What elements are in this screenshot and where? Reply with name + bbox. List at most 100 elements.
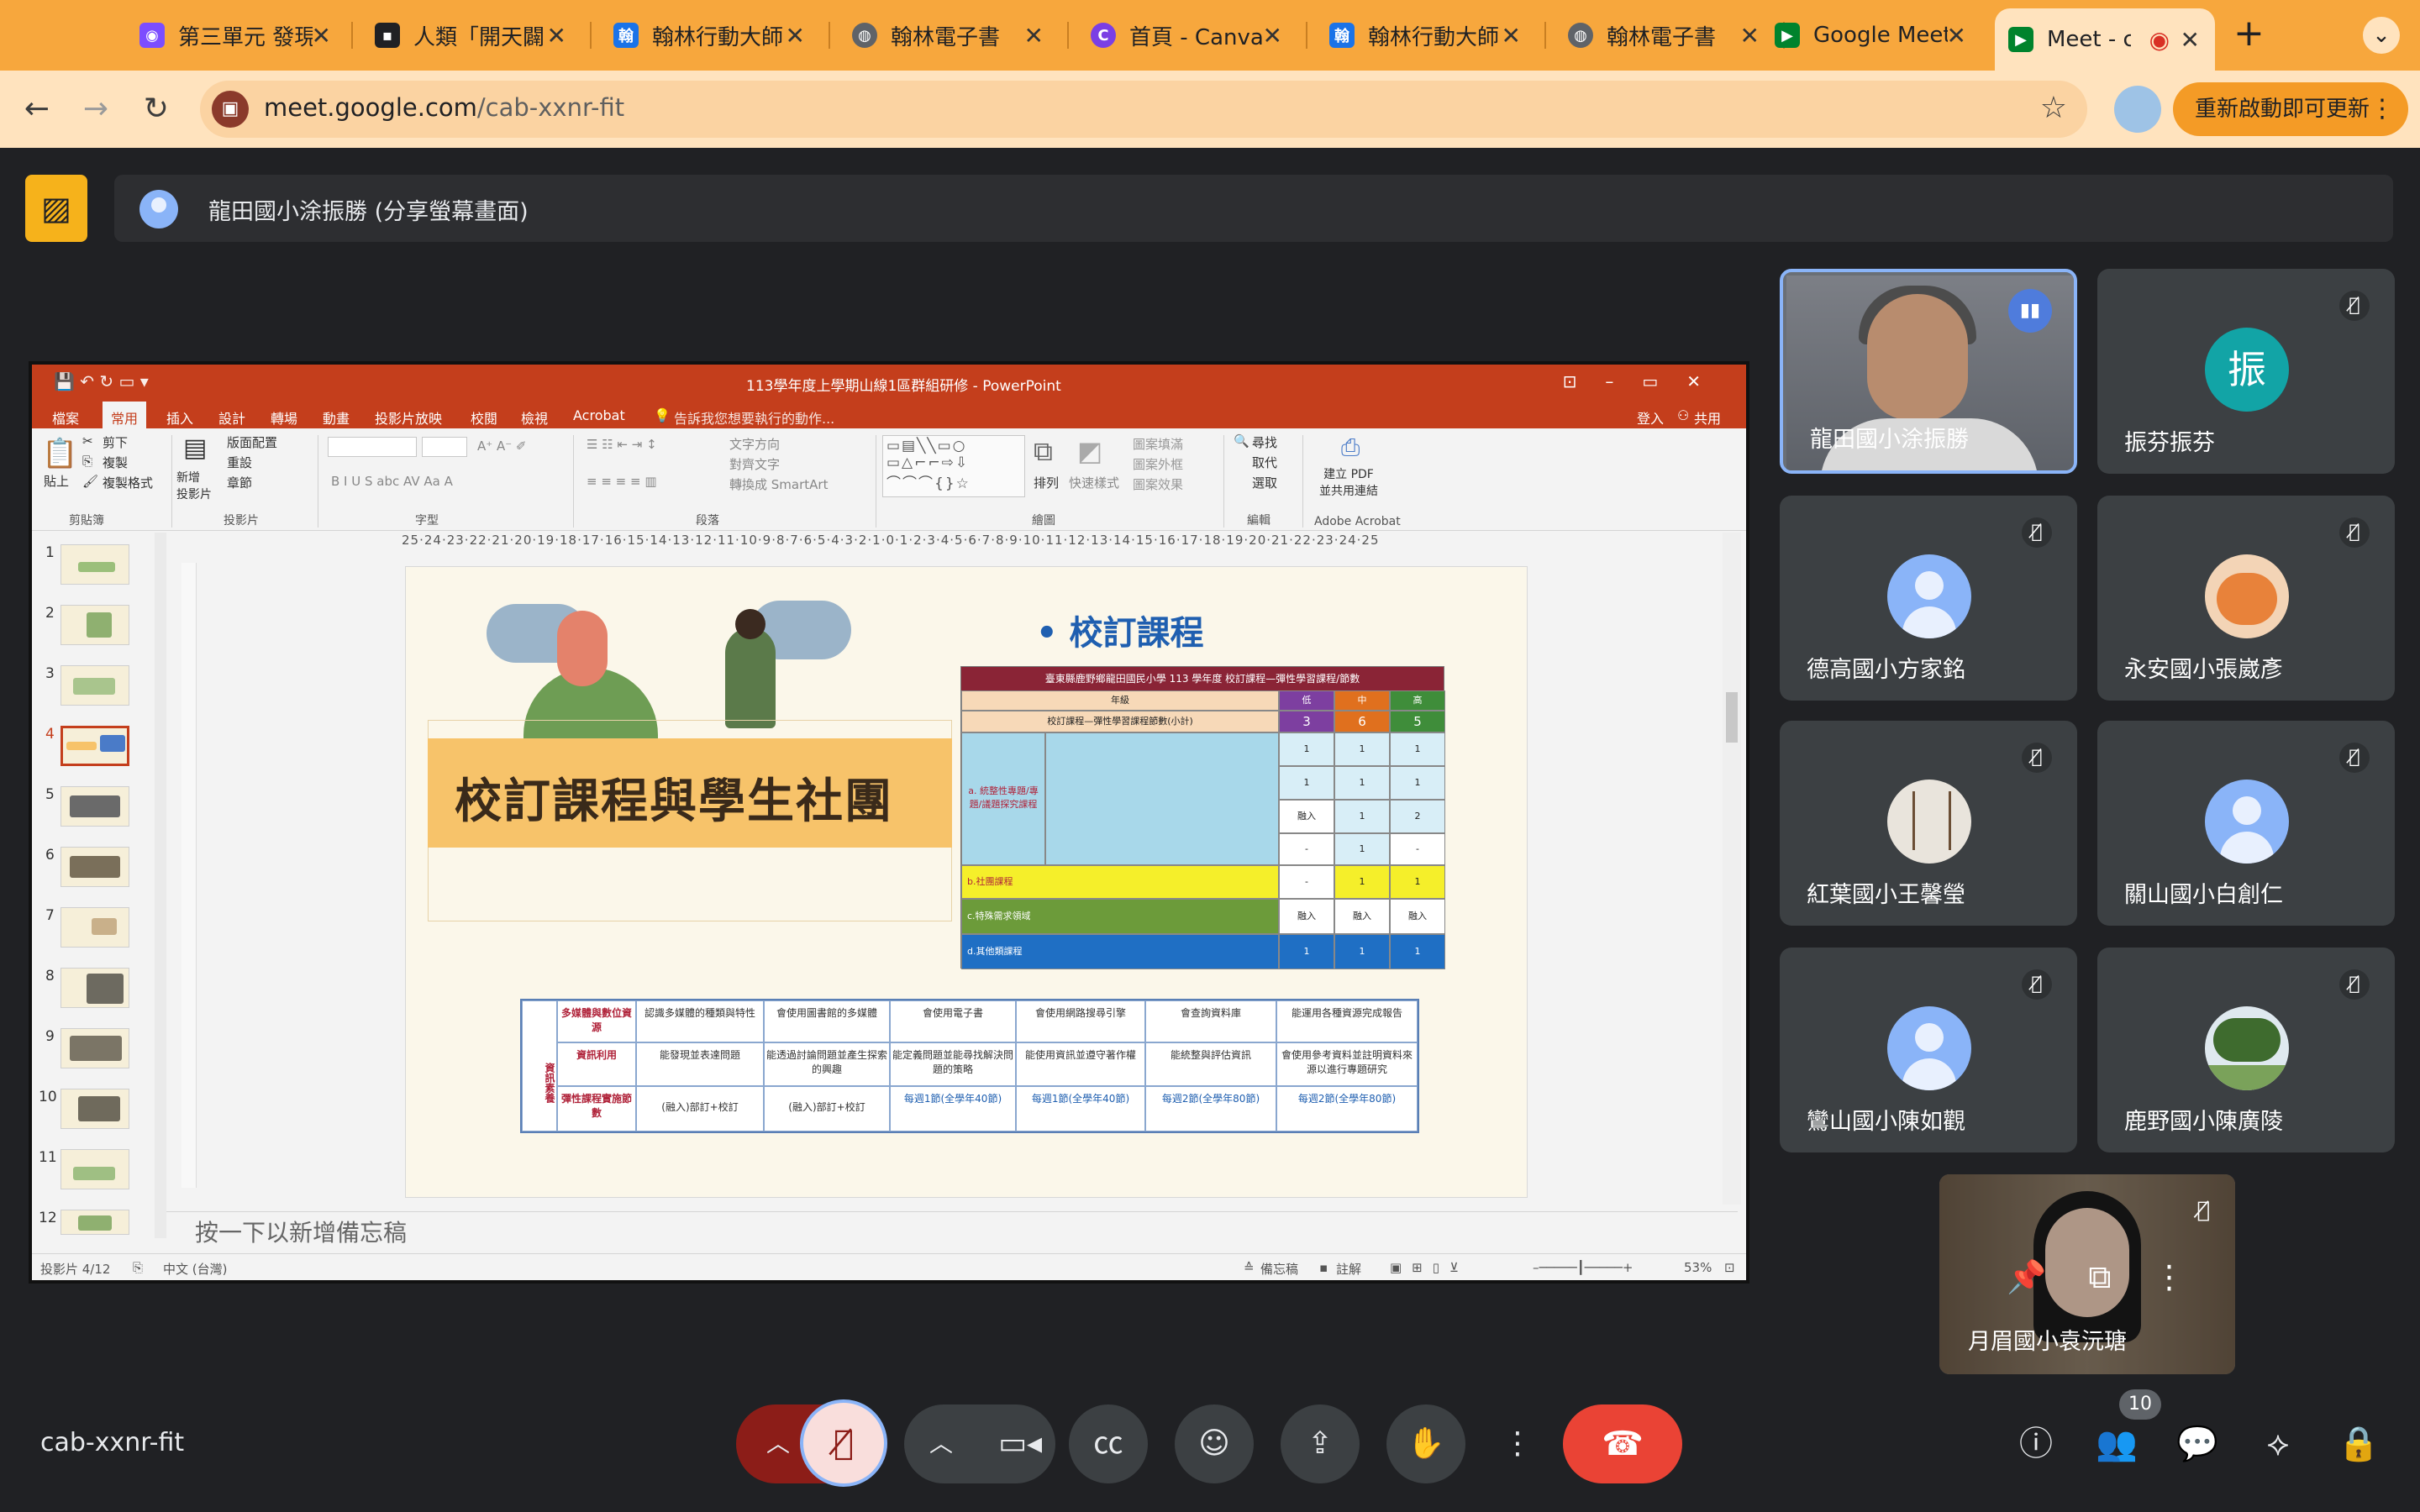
fit-slide-icon: ⊡	[1724, 1260, 1735, 1275]
close-tab-icon[interactable]: ✕	[1263, 22, 1282, 50]
globe-icon: ◍	[852, 23, 877, 48]
participant-tile[interactable]: 🎙̸ 德高國小方家銘	[1780, 496, 2077, 701]
close-tab-icon[interactable]: ✕	[547, 22, 566, 50]
profile-avatar[interactable]	[2114, 86, 2161, 133]
url-text[interactable]: meet.google.com/cab-xxnr-fit	[264, 93, 624, 122]
browser-tab[interactable]: ◍ 翰林電子書 ✕	[839, 8, 1059, 62]
close-tab-icon[interactable]: ✕	[2181, 26, 2200, 54]
slide-thumbnail[interactable]	[60, 1089, 129, 1129]
close-tab-icon[interactable]: ✕	[312, 22, 331, 50]
pdf-icon: ⎙	[1341, 433, 1360, 461]
reactions-button[interactable]: ☺	[1175, 1404, 1254, 1483]
horizontal-ruler: 25·24·23·22·21·20·19·18·17·16·15·14·13·1…	[402, 533, 1380, 548]
more-options-button[interactable]: ⋮	[1492, 1404, 1543, 1483]
camera-options-button[interactable]: ︿ ▭◂	[904, 1404, 1055, 1483]
participant-tile[interactable]: 🎙̸ 永安國小張崴彥	[2097, 496, 2395, 701]
leave-call-button[interactable]: ☎	[1563, 1404, 1682, 1483]
address-bar[interactable]: ▣ meet.google.com/cab-xxnr-fit ☆	[200, 81, 2087, 138]
camera-icon[interactable]: ▭◂	[985, 1404, 1055, 1483]
reload-icon[interactable]: ↻	[136, 89, 176, 129]
update-button[interactable]: 重新啟動即可更新 ⋮	[2173, 82, 2408, 136]
avatar: 振	[2205, 328, 2289, 412]
people-icon[interactable]: 👥	[2096, 1423, 2138, 1465]
mic-toggle-button[interactable]: 🎙̸	[800, 1399, 887, 1487]
back-icon[interactable]: ←	[17, 89, 57, 129]
font-size-icons: A⁺ A⁻ ✐	[477, 438, 527, 454]
chevron-up-icon[interactable]: ︿	[766, 1404, 790, 1483]
slide-thumbnail[interactable]	[60, 1149, 129, 1189]
ppt-menu-item: 常用	[103, 402, 147, 428]
activities-icon[interactable]: ⟡	[2257, 1423, 2299, 1465]
mic-off-icon: 🎙̸	[2196, 1198, 2210, 1223]
slide-thumbnail[interactable]	[60, 1028, 129, 1068]
slide-thumbnail-selected[interactable]	[60, 726, 129, 766]
mic-off-icon: 🎙̸	[2339, 291, 2370, 321]
slide-thumbnail[interactable]	[60, 665, 129, 706]
participant-tile[interactable]: 🎙̸ 振 振芬振芬	[2097, 269, 2395, 474]
avatar	[2205, 1006, 2289, 1090]
participant-tile[interactable]: 🎙̸ 關山國小白創仁	[2097, 721, 2395, 926]
ppt-ribbon: 📋 貼上 ✂ 剪下 ⎘ 複製 🖌 複製格式 剪貼簿 ▤ 新增 投影片 版面配置 …	[32, 428, 1746, 531]
ppt-menu-item: 校閱	[471, 411, 498, 427]
font-style-icons: B I U S abc AV Aa A	[331, 474, 453, 489]
slide-thumbnail[interactable]	[60, 786, 129, 827]
participant-tile[interactable]: 🎙̸ 紅葉國小王馨瑩	[1780, 721, 2077, 926]
browser-tab-active[interactable]: ▶ Meet - c ◉ ✕	[1995, 8, 2215, 71]
self-view-tools-icons[interactable]: 📌⧉⋮	[2007, 1258, 2227, 1296]
slide-scrollbar[interactable]	[1723, 533, 1741, 1205]
brush-icon: 🖌	[82, 474, 99, 489]
more-vert-icon[interactable]: ⋮	[2370, 82, 2395, 136]
ppt-menu-item: 動畫	[323, 411, 350, 427]
ppt-menu-item: 檢視	[521, 411, 549, 427]
participant-count-badge: 10	[2119, 1389, 2161, 1420]
stop-presenting-icon[interactable]: ▨	[25, 175, 87, 242]
comment-icon: ▪	[1319, 1260, 1328, 1275]
avatar	[1887, 780, 1971, 864]
close-tab-icon[interactable]: ✕	[1740, 22, 1760, 50]
slide-thumbnail[interactable]	[60, 907, 129, 948]
browser-tab[interactable]: 翰 翰林行動大師 ✕	[1316, 8, 1536, 62]
ppt-status-bar: 投影片 4/12 ⎘ 中文 (台灣) ≙ 備忘稿 ▪ 註解 ▣⊞▯⊻ –────…	[32, 1253, 1746, 1280]
browser-tab[interactable]: 翰 翰林行動大師 ✕	[600, 8, 820, 62]
raise-hand-button[interactable]: ✋	[1386, 1404, 1465, 1483]
participant-tile[interactable]: 🎙̸ 鹿野國小陳廣陵	[2097, 948, 2395, 1152]
present-button[interactable]: ⇪	[1281, 1404, 1360, 1483]
participant-tile-speaking[interactable]: ▮▮ 龍田國小涂振勝	[1780, 269, 2077, 474]
new-tab-button[interactable]: +	[2233, 12, 2265, 55]
bookmark-star-icon[interactable]: ☆	[2040, 91, 2067, 125]
close-tab-icon[interactable]: ✕	[786, 22, 805, 50]
slide-thumbnail[interactable]	[60, 544, 129, 585]
self-view-tile[interactable]: 🎙̸ 📌⧉⋮ 月眉國小袁沅瑭	[1939, 1174, 2235, 1374]
close-tab-icon[interactable]: ✕	[1024, 22, 1044, 50]
captions-button[interactable]: ㏄	[1069, 1404, 1148, 1483]
ppt-window-title: 113學年度上學期山線1區群組研修 - PowerPoint	[746, 378, 1061, 395]
browser-tab[interactable]: C 首頁 - Canva ✕	[1077, 8, 1297, 62]
meeting-info-icon[interactable]: ⓘ	[2015, 1423, 2057, 1465]
thumbnail-scrollbar[interactable]	[155, 533, 166, 1238]
chevron-up-icon[interactable]: ︿	[929, 1404, 953, 1483]
chevron-down-icon[interactable]: ⌄	[2363, 17, 2400, 54]
slide-thumbnail[interactable]	[60, 1210, 129, 1235]
close-tab-icon[interactable]: ✕	[1502, 22, 1521, 50]
browser-tab[interactable]: ▶ Google Meet ✕	[1761, 8, 1981, 62]
chat-icon[interactable]: 💬	[2176, 1423, 2218, 1465]
participant-tile[interactable]: 🎙̸ 鸞山國小陳如觀	[1780, 948, 2077, 1152]
new-slide-icon: ▤	[183, 433, 208, 463]
ppt-menu-item: 設計	[218, 411, 246, 427]
forward-icon[interactable]: →	[76, 89, 116, 129]
host-controls-lock-icon[interactable]: 🔒	[2338, 1423, 2380, 1465]
present-screen-icon: ⇪	[1307, 1426, 1334, 1461]
browser-tab[interactable]: ▪ 人類「開天闢 ✕	[361, 8, 581, 62]
close-tab-icon[interactable]: ✕	[1947, 22, 1966, 50]
arrange-icon: ⧉	[1034, 435, 1053, 467]
spellcheck-icon: ⎘	[133, 1260, 144, 1275]
slide-thumbnail[interactable]	[60, 847, 129, 887]
site-camera-icon[interactable]: ▣	[212, 91, 249, 128]
browser-tab[interactable]: ◍ 翰林電子書 ✕	[1555, 8, 1775, 62]
meeting-code: cab-xxnr-fit	[40, 1428, 185, 1457]
slide-thumbnail[interactable]	[60, 968, 129, 1008]
browser-tab[interactable]: ◉ 第三單元 發現 ✕	[126, 8, 346, 62]
presenter-bar: 龍田國小涂振勝 (分享螢幕畫面)	[114, 175, 2393, 242]
quick-access-icons: 💾 ↶ ↻ ▭ ▾	[54, 371, 149, 391]
slide-thumbnail[interactable]	[60, 605, 129, 645]
